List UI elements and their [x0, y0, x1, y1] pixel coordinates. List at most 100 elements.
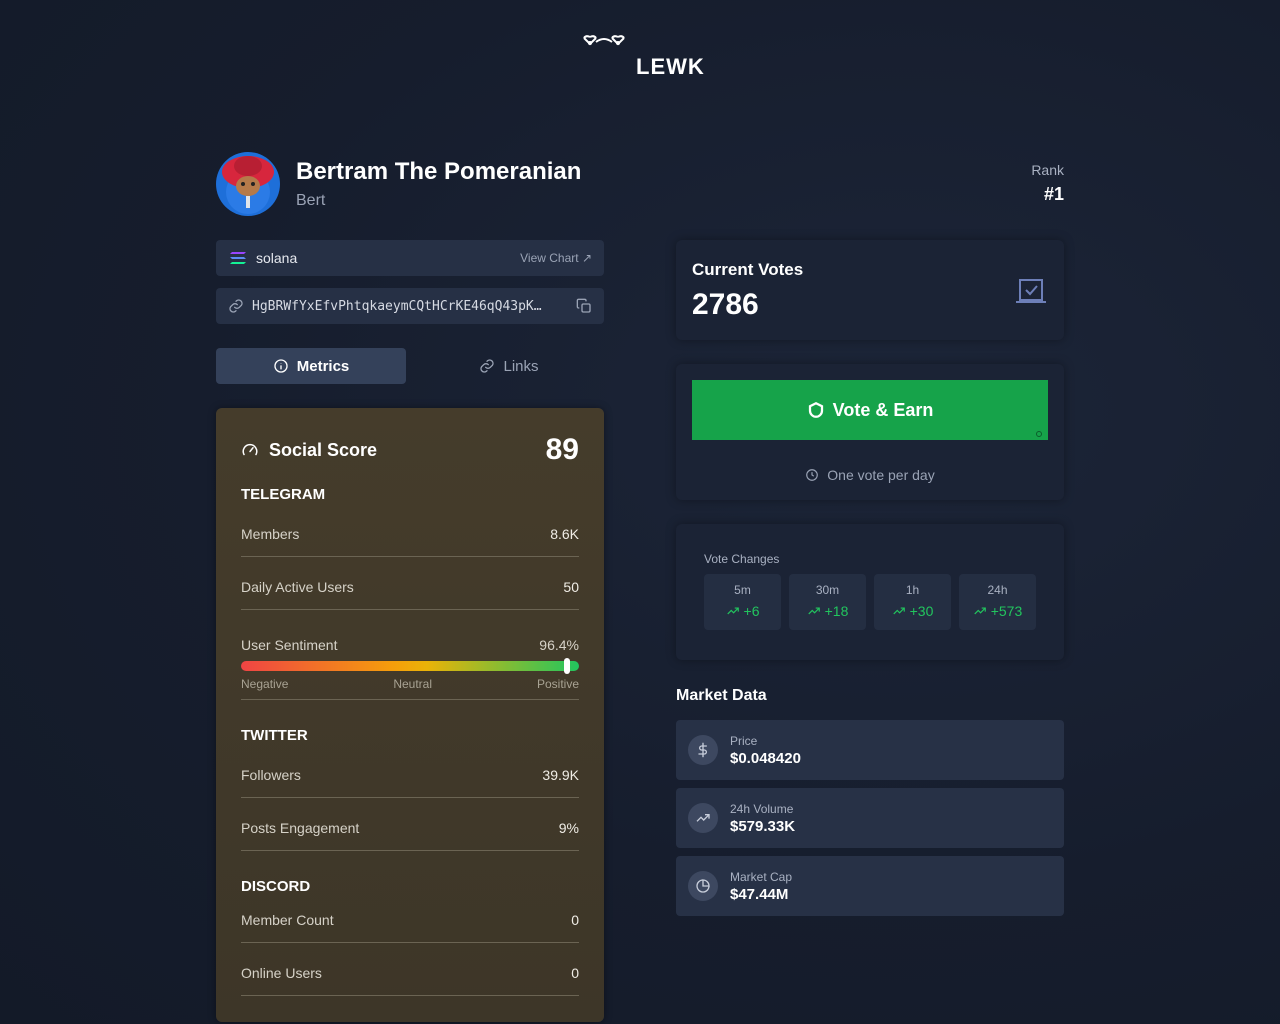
current-votes-label: Current Votes	[692, 260, 804, 279]
shield-icon	[808, 401, 823, 418]
info-icon	[274, 359, 288, 373]
gauge-icon	[242, 443, 258, 456]
social-score-value: 89	[545, 433, 579, 466]
metric-label: Daily Active Users	[241, 578, 354, 595]
telegram-section-title: TELEGRAM	[241, 486, 326, 503]
trending-up-icon	[974, 607, 986, 615]
vote-note: One vote per day	[692, 467, 1048, 483]
change-value-row: +18	[789, 603, 866, 619]
metric-value: 8.6K	[550, 525, 579, 542]
sentiment-label: User Sentiment	[241, 637, 338, 653]
metric-row-members: Members 8.6K	[241, 511, 579, 557]
ballot-box-icon	[1016, 279, 1046, 303]
rank-value: #1	[1043, 184, 1064, 204]
token-ticker: Bert	[296, 192, 326, 209]
current-votes-value: 2786	[692, 288, 759, 321]
metric-row-followers: Followers 39.9K	[241, 752, 579, 798]
change-value: +18	[824, 603, 849, 619]
token-avatar	[216, 152, 280, 216]
social-score-card: Social Score 89 TELEGRAM Members 8.6K Da…	[216, 408, 604, 1022]
vote-changes-label: Vote Changes	[704, 552, 780, 566]
market-data-title: Market Data	[676, 687, 767, 704]
metric-row-daily-active-users: Daily Active Users 50	[241, 557, 579, 610]
metric-label: Posts Engagement	[241, 819, 360, 836]
solana-icon	[230, 252, 246, 264]
metric-value: 39.9K	[542, 766, 579, 783]
pie-chart-icon	[688, 871, 718, 901]
market-value: $47.44M	[730, 885, 789, 903]
link-icon	[480, 359, 495, 373]
vote-earn-label: Vote & Earn	[832, 399, 934, 420]
market-label: 24h Volume	[730, 801, 794, 816]
market-item-volume: 24h Volume $579.33K	[676, 788, 1064, 848]
brand-name: LEWK	[636, 54, 705, 79]
scale-positive: Positive	[536, 677, 579, 691]
change-value: +6	[743, 603, 760, 619]
vote-change-24h: 24h +573	[959, 574, 1036, 630]
tab-links[interactable]: Links	[414, 348, 604, 384]
change-value-row: +573	[959, 603, 1036, 619]
vote-changes-row: 5m +6 30m +18 1h +30 24h +573	[704, 574, 1036, 630]
social-score-header: Social Score 89	[241, 433, 579, 466]
metric-label: Online Users	[241, 964, 322, 981]
sentiment-marker	[563, 658, 570, 674]
link-icon	[229, 299, 243, 313]
metric-value: 50	[563, 578, 579, 595]
current-votes-panel: Current Votes 2786	[676, 240, 1064, 340]
market-value: $0.048420	[730, 749, 801, 767]
vote-earn-button[interactable]: Vote & Earn	[692, 380, 1048, 440]
twitter-section-title: TWITTER	[241, 727, 308, 744]
discord-section-title: DISCORD	[241, 878, 311, 895]
tab-metrics-label: Metrics	[296, 357, 350, 375]
metric-label: Members	[241, 525, 300, 542]
clock-icon	[806, 469, 819, 481]
token-name: Bertram The Pomeranian	[296, 158, 582, 185]
metric-row-online-users: Online Users 0	[241, 943, 579, 996]
sentiment-scale: Negative Neutral Positive	[241, 677, 579, 700]
market-label: Market Cap	[730, 869, 793, 884]
change-period: 1h	[905, 583, 920, 597]
scale-neutral: Neutral	[393, 677, 433, 691]
app-logo[interactable]: LEWK	[582, 34, 722, 84]
scale-negative: Negative	[241, 677, 289, 691]
metric-row-member-count: Member Count 0	[241, 897, 579, 943]
metric-value: 0	[571, 964, 579, 981]
owl-logo-icon	[583, 35, 625, 46]
market-item-price: Price $0.048420	[676, 720, 1064, 780]
status-dot	[1036, 431, 1042, 437]
metric-label: Followers	[241, 766, 301, 783]
tab-bar: Metrics Links	[216, 348, 604, 384]
trending-up-icon	[688, 803, 718, 833]
metric-label: Member Count	[241, 911, 334, 928]
trending-up-icon	[807, 607, 820, 615]
vote-change-5m: 5m +6	[704, 574, 781, 630]
vote-panel: Vote & Earn One vote per day	[676, 364, 1064, 500]
vote-change-1h: 1h +30	[874, 574, 951, 630]
market-label: Price	[730, 733, 758, 748]
social-score-title: Social Score	[269, 439, 378, 460]
change-value-row: +30	[874, 603, 951, 619]
market-item-market-cap: Market Cap $47.44M	[676, 856, 1064, 916]
market-value: $579.33K	[730, 817, 796, 835]
change-value: +573	[990, 603, 1023, 619]
change-period: 5m	[734, 583, 751, 597]
sentiment-bar	[241, 658, 579, 674]
dollar-icon	[688, 735, 718, 765]
contract-address-bar: HgBRWfYxEfvPhtqkaeymCQtHCrKE46qQ43pK…	[216, 288, 604, 324]
change-value: +30	[909, 603, 934, 619]
trending-up-icon	[726, 607, 739, 615]
trending-up-icon	[892, 607, 905, 615]
contract-address: HgBRWfYxEfvPhtqkaeymCQtHCrKE46qQ43pK…	[252, 298, 542, 314]
tab-metrics[interactable]: Metrics	[216, 348, 406, 384]
sentiment-value: 96.4%	[539, 637, 579, 653]
copy-icon[interactable]	[576, 298, 592, 314]
vote-note-text: One vote per day	[827, 467, 935, 483]
token-profile: Bertram The Pomeranian Bert	[216, 152, 581, 216]
rank-display: Rank #1	[1031, 162, 1064, 205]
change-period: 24h	[987, 583, 1008, 597]
view-chart-link[interactable]: View Chart ↗	[520, 251, 592, 265]
rank-label: Rank	[1031, 162, 1064, 178]
vote-changes-panel: Vote Changes 5m +6 30m +18 1h +30 24h +5…	[676, 524, 1064, 660]
change-value-row: +6	[704, 603, 781, 619]
metric-value: 0	[571, 911, 579, 928]
